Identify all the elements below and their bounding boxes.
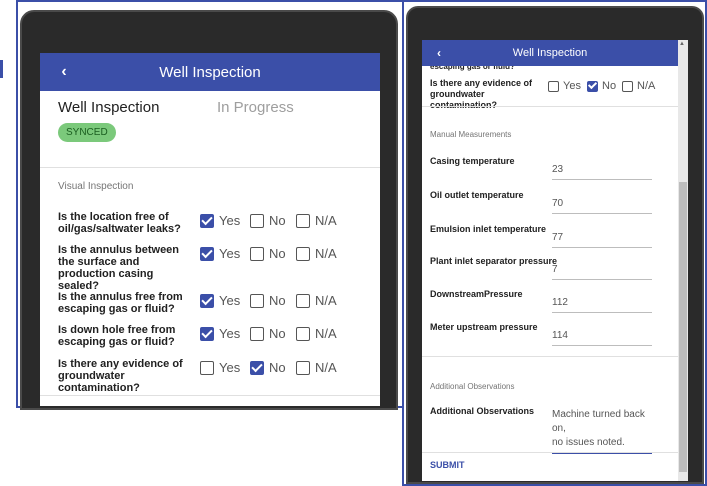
checkbox[interactable] bbox=[296, 360, 310, 375]
divider bbox=[422, 106, 678, 107]
right-screen: escaping gas or fluid? ‹ Well Inspection… bbox=[422, 40, 678, 481]
measurement-field[interactable]: 7 bbox=[552, 264, 652, 280]
checkbox[interactable] bbox=[200, 360, 214, 375]
observations-label: Additional Observations bbox=[430, 406, 535, 416]
measurement-field[interactable]: 70 bbox=[552, 198, 652, 214]
option-na[interactable]: N/A bbox=[296, 213, 337, 228]
checkbox[interactable] bbox=[622, 80, 633, 92]
option-yes[interactable]: Yes bbox=[200, 293, 240, 308]
measurement-label: Oil outlet temperature bbox=[430, 190, 524, 200]
checkbox-checked[interactable] bbox=[200, 326, 214, 341]
right-scroll-thumb[interactable] bbox=[679, 182, 687, 472]
divider bbox=[422, 356, 678, 357]
question-text: Is there any evidence of groundwater con… bbox=[58, 358, 183, 394]
question-text: Is down hole free from escaping gas or f… bbox=[58, 324, 176, 348]
submit-button[interactable]: SUBMIT bbox=[430, 460, 465, 470]
checkbox-checked[interactable] bbox=[250, 360, 264, 375]
option-yes[interactable]: Yes bbox=[548, 80, 581, 92]
observations-textarea[interactable]: Machine turned back on, no issues noted. bbox=[552, 408, 652, 454]
checkbox-checked[interactable] bbox=[200, 213, 214, 228]
observations-line: no issues noted. bbox=[552, 437, 625, 448]
section-label: Additional Observations bbox=[430, 382, 515, 391]
option-na[interactable]: N/A bbox=[296, 293, 337, 308]
option-na[interactable]: N/A bbox=[296, 246, 337, 261]
section-label: Visual Inspection bbox=[58, 181, 134, 192]
measurement-label: Meter upstream pressure bbox=[430, 322, 538, 332]
question-text: Is the location free of oil/gas/saltwate… bbox=[58, 211, 181, 235]
card-status: In Progress bbox=[217, 99, 294, 116]
option-na[interactable]: N/A bbox=[296, 360, 337, 375]
checkbox-checked[interactable] bbox=[200, 293, 214, 308]
option-yes[interactable]: Yes bbox=[200, 360, 240, 375]
option-no[interactable]: No bbox=[250, 213, 286, 228]
checkbox-checked[interactable] bbox=[587, 80, 598, 92]
app-bar-title: Well Inspection bbox=[512, 47, 588, 59]
option-na[interactable]: N/A bbox=[296, 326, 337, 341]
card-title: Well Inspection bbox=[58, 99, 160, 116]
app-bar: ‹ Well Inspection bbox=[422, 40, 678, 66]
option-yes[interactable]: Yes bbox=[200, 326, 240, 341]
measurement-label: Plant inlet separator pressure bbox=[430, 256, 558, 266]
option-yes[interactable]: Yes bbox=[200, 246, 240, 261]
checkbox[interactable] bbox=[250, 326, 264, 341]
option-no[interactable]: No bbox=[250, 293, 286, 308]
divider bbox=[422, 452, 678, 453]
measurement-field[interactable]: 23 bbox=[552, 164, 652, 180]
status-badge: SYNCED bbox=[58, 123, 116, 142]
checkbox[interactable] bbox=[296, 246, 310, 261]
checkbox[interactable] bbox=[296, 326, 310, 341]
back-icon[interactable]: ‹ bbox=[428, 46, 450, 60]
measurement-field[interactable]: 77 bbox=[552, 232, 652, 248]
option-no[interactable]: No bbox=[250, 246, 286, 261]
page: ▲ ‹ Well Inspection Well Inspection In P… bbox=[0, 0, 707, 486]
checkbox[interactable] bbox=[250, 246, 264, 261]
measurement-field[interactable]: 112 bbox=[552, 297, 652, 313]
checkbox-checked[interactable] bbox=[200, 246, 214, 261]
checkbox[interactable] bbox=[296, 213, 310, 228]
option-no[interactable]: No bbox=[250, 360, 286, 375]
left-content: Well Inspection In Progress SYNCED Visua… bbox=[40, 53, 380, 406]
measurement-field[interactable]: 114 bbox=[552, 330, 652, 346]
option-no[interactable]: No bbox=[587, 80, 616, 92]
accent-bar bbox=[0, 60, 3, 78]
checkbox[interactable] bbox=[296, 293, 310, 308]
scroll-up-arrow-icon[interactable]: ▲ bbox=[679, 41, 685, 47]
question-text: Is the annulus between the surface and p… bbox=[58, 244, 180, 292]
option-na[interactable]: N/A bbox=[622, 80, 655, 92]
measurement-label: Casing temperature bbox=[430, 156, 515, 166]
checkbox[interactable] bbox=[250, 293, 264, 308]
divider bbox=[40, 167, 380, 168]
section-label: Manual Measurements bbox=[430, 130, 512, 139]
left-screen: ‹ Well Inspection Well Inspection In Pro… bbox=[40, 53, 380, 406]
checkbox[interactable] bbox=[250, 213, 264, 228]
checkbox[interactable] bbox=[548, 80, 559, 92]
divider bbox=[40, 395, 380, 396]
option-no[interactable]: No bbox=[250, 326, 286, 341]
observations-line: Machine turned back on, bbox=[552, 409, 645, 434]
question-text: Is the annulus free from escaping gas or… bbox=[58, 291, 183, 315]
option-yes[interactable]: Yes bbox=[200, 213, 240, 228]
measurement-label: DownstreamPressure bbox=[430, 289, 523, 299]
measurement-label: Emulsion inlet temperature bbox=[430, 224, 547, 234]
